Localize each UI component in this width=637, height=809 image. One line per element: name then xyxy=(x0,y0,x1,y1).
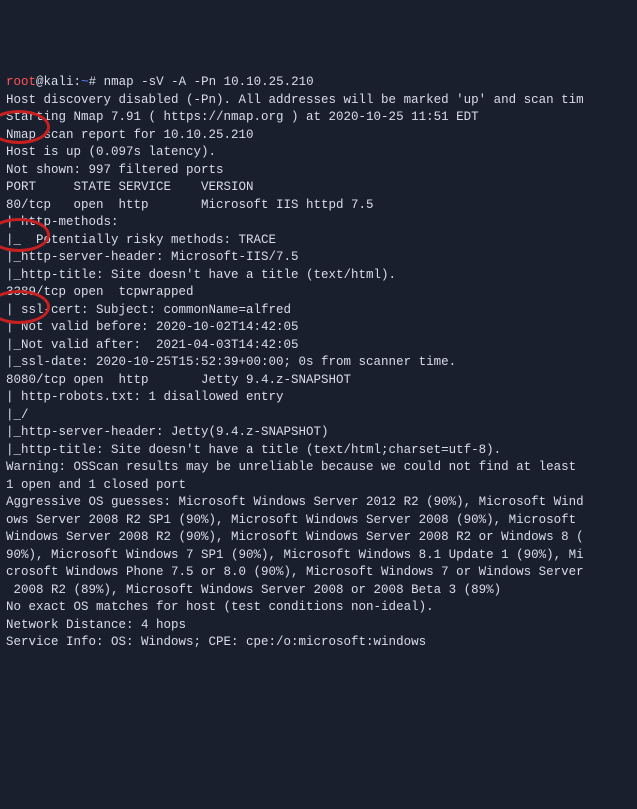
output-line: 2008 R2 (89%), Microsoft Windows Server … xyxy=(6,582,631,600)
output-line: Host discovery disabled (-Pn). All addre… xyxy=(6,92,631,110)
output-line: Service Info: OS: Windows; CPE: cpe:/o:m… xyxy=(6,634,631,652)
output-line: No exact OS matches for host (test condi… xyxy=(6,599,631,617)
output-line: |_http-server-header: Microsoft-IIS/7.5 xyxy=(6,249,631,267)
prompt-user: root xyxy=(6,75,36,89)
terminal-prompt-line: root@kali:~# nmap -sV -A -Pn 10.10.25.21… xyxy=(6,74,631,92)
output-line: 8080/tcp open http Jetty 9.4.z-SNAPSHOT xyxy=(6,372,631,390)
output-line: crosoft Windows Phone 7.5 or 8.0 (90%), … xyxy=(6,564,631,582)
output-line: |_http-server-header: Jetty(9.4.z-SNAPSH… xyxy=(6,424,631,442)
output-line: |_Not valid after: 2021-04-03T14:42:05 xyxy=(6,337,631,355)
output-line: | http-robots.txt: 1 disallowed entry xyxy=(6,389,631,407)
output-line: Nmap scan report for 10.10.25.210 xyxy=(6,127,631,145)
output-line: | ssl-cert: Subject: commonName=alfred xyxy=(6,302,631,320)
output-line: Network Distance: 4 hops xyxy=(6,617,631,635)
prompt-path: ~ xyxy=(81,75,89,89)
output-line: Windows Server 2008 R2 (90%), Microsoft … xyxy=(6,529,631,547)
output-line: |_ Potentially risky methods: TRACE xyxy=(6,232,631,250)
output-line: Starting Nmap 7.91 ( https://nmap.org ) … xyxy=(6,109,631,127)
output-line: 1 open and 1 closed port xyxy=(6,477,631,495)
output-line: Warning: OSScan results may be unreliabl… xyxy=(6,459,631,477)
output-line: ows Server 2008 R2 SP1 (90%), Microsoft … xyxy=(6,512,631,530)
output-line: | Not valid before: 2020-10-02T14:42:05 xyxy=(6,319,631,337)
prompt-host: kali xyxy=(44,75,74,89)
output-line: PORT STATE SERVICE VERSION xyxy=(6,179,631,197)
output-line: Host is up (0.097s latency). xyxy=(6,144,631,162)
output-line: | http-methods: xyxy=(6,214,631,232)
output-line: |_/ xyxy=(6,407,631,425)
output-line: Not shown: 997 filtered ports xyxy=(6,162,631,180)
prompt-at: @ xyxy=(36,75,44,89)
output-line: |_http-title: Site doesn't have a title … xyxy=(6,267,631,285)
output-line: 3389/tcp open tcpwrapped xyxy=(6,284,631,302)
prompt-command[interactable]: nmap -sV -A -Pn 10.10.25.210 xyxy=(104,75,314,89)
output-line: 90%), Microsoft Windows 7 SP1 (90%), Mic… xyxy=(6,547,631,565)
output-line: Aggressive OS guesses: Microsoft Windows… xyxy=(6,494,631,512)
output-line: 80/tcp open http Microsoft IIS httpd 7.5 xyxy=(6,197,631,215)
output-line: |_ssl-date: 2020-10-25T15:52:39+00:00; 0… xyxy=(6,354,631,372)
output-line: |_http-title: Site doesn't have a title … xyxy=(6,442,631,460)
